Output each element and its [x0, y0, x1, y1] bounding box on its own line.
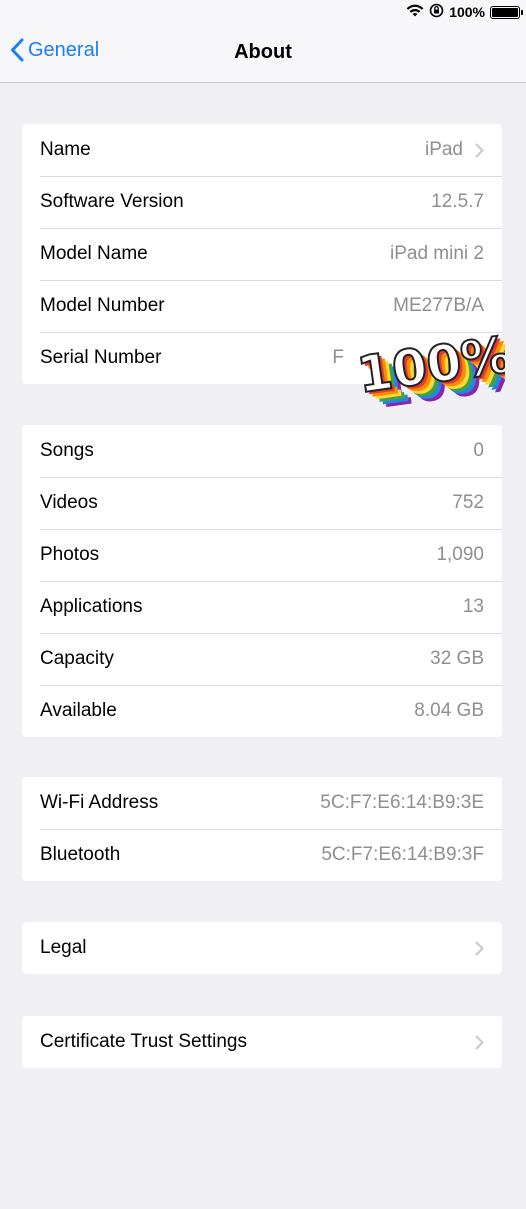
row-value: iPad: [424, 139, 463, 160]
row-label: Bluetooth: [40, 844, 121, 865]
row-value: 32 GB: [430, 648, 484, 669]
row-label: Available: [40, 700, 117, 721]
model-name-row: Model Name iPad mini 2: [22, 228, 502, 280]
row-value: 5C:F7:E6:14:B9:3E: [320, 792, 484, 813]
navigation-bar: General About: [0, 24, 526, 83]
sticker-100-percent: 100%100%100%100%100%100%100%: [353, 324, 505, 419]
row-label: Capacity: [40, 648, 114, 669]
network-info-group: Wi-Fi Address 5C:F7:E6:14:B9:3E Bluetoot…: [22, 777, 502, 881]
row-label: Software Version: [40, 191, 184, 212]
legal-row[interactable]: Legal: [22, 922, 502, 974]
row-label: Certificate Trust Settings: [40, 1031, 247, 1052]
row-value: iPad mini 2: [390, 243, 484, 264]
row-label: Model Number: [40, 295, 165, 316]
orientation-lock-icon: [429, 3, 444, 21]
wifi-icon: [406, 4, 424, 20]
songs-row: Songs 0: [22, 425, 502, 477]
battery-icon: [490, 5, 523, 19]
row-value: 5C:F7:E6:14:B9:3F: [321, 844, 484, 865]
videos-row: Videos 752: [22, 477, 502, 529]
row-value: ME277B/A: [393, 295, 484, 316]
chevron-right-icon: [475, 1035, 484, 1050]
battery-percent: 100%: [449, 4, 485, 20]
certificate-trust-settings-row[interactable]: Certificate Trust Settings: [22, 1016, 502, 1068]
bluetooth-row: Bluetooth 5C:F7:E6:14:B9:3F: [22, 829, 502, 881]
applications-row: Applications 13: [22, 581, 502, 633]
row-value: 13: [462, 596, 484, 617]
row-label: Model Name: [40, 243, 148, 264]
legal-group: Legal: [22, 922, 502, 974]
row-label: Wi-Fi Address: [40, 792, 159, 813]
wifi-address-row: Wi-Fi Address 5C:F7:E6:14:B9:3E: [22, 777, 502, 829]
name-row[interactable]: Name iPad: [22, 124, 502, 176]
certificate-group: Certificate Trust Settings: [22, 1016, 502, 1068]
row-label: Applications: [40, 596, 143, 617]
row-label: Photos: [40, 544, 100, 565]
row-label: Legal: [40, 937, 87, 958]
battery-fill: [492, 7, 518, 17]
status-bar: 100%: [0, 0, 526, 24]
capacity-row: Capacity 32 GB: [22, 633, 502, 685]
row-label: Serial Number: [40, 347, 162, 368]
available-row: Available 8.04 GB: [22, 685, 502, 737]
row-value: 12.5.7: [431, 191, 484, 212]
photos-row: Photos 1,090: [22, 529, 502, 581]
row-label: Songs: [40, 440, 94, 461]
media-info-group: Songs 0 Videos 752 Photos 1,090 Applicat…: [22, 425, 502, 737]
row-value: 1,090: [436, 544, 484, 565]
row-value: 0: [473, 440, 484, 461]
chevron-right-icon: [475, 143, 484, 158]
row-value: 752: [452, 492, 484, 513]
row-value: 8.04 GB: [414, 700, 484, 721]
chevron-right-icon: [475, 941, 484, 956]
row-label: Name: [40, 139, 91, 160]
status-right: 100%: [406, 3, 523, 21]
row-label: Videos: [40, 492, 98, 513]
software-version-row: Software Version 12.5.7: [22, 176, 502, 228]
page-title: About: [234, 41, 292, 63]
